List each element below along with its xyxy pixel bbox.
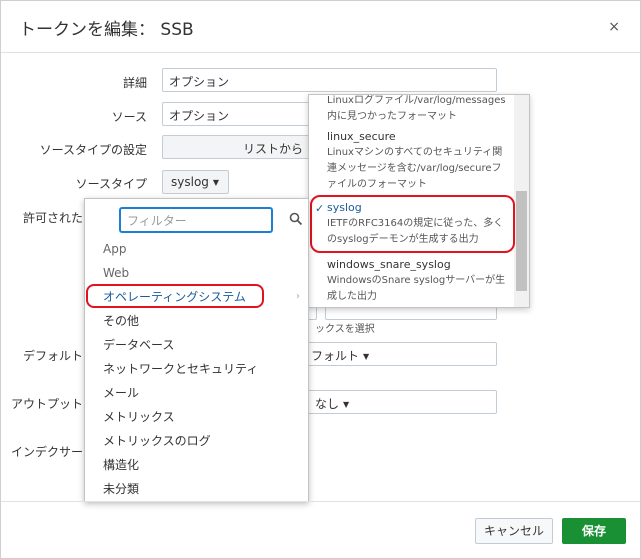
default-index-value: フォルト: [311, 349, 360, 363]
edit-token-dialog: トークンを編集： SSB × 詳細 オプション ソース オプション ソースタイプ…: [0, 0, 641, 559]
category-dropdown-menu: フィルター App Web オペレーティングシステム › その他 データベース ネ…: [84, 198, 309, 502]
category-item[interactable]: App: [85, 237, 308, 261]
sourcetype-value: syslog: [171, 175, 209, 189]
close-icon[interactable]: ×: [608, 19, 620, 35]
source-input[interactable]: オプション: [162, 102, 312, 126]
sourcetype-item-windows-snare-syslog[interactable]: windows_snare_syslog WindowsのSnare syslo…: [327, 257, 511, 305]
category-item[interactable]: その他: [85, 309, 308, 333]
scrollbar-thumb[interactable]: [516, 191, 527, 291]
syslog-highlight: [310, 195, 515, 253]
category-item[interactable]: メトリックス: [85, 405, 308, 429]
chevron-down-icon: ▼: [363, 352, 370, 361]
sourcetype-dropdown[interactable]: syslog ▼: [162, 170, 229, 194]
detail-label: 詳細: [122, 76, 147, 90]
sourcetype-item-name: windows_snare_syslog: [327, 258, 451, 271]
select-index-hint: ックスを選択: [315, 324, 375, 335]
sourcetype-item-linux-messages[interactable]: Linuxログファイル/var/log/messages内に見つかったフォーマッ…: [327, 95, 511, 125]
search-icon[interactable]: [289, 212, 303, 226]
allowed-index-label: 許可された: [22, 211, 83, 225]
chevron-down-icon: ▼: [343, 400, 350, 409]
default-index-label: デフォルト: [22, 349, 83, 363]
output-group-value: なし: [315, 397, 340, 411]
output-group-dropdown[interactable]: なし ▼: [297, 390, 497, 414]
sourcetype-item-desc: Linuxマシンのすべてのセキュリティ関連メッセージを含む/var/log/se…: [327, 147, 503, 190]
sourcetype-item-desc: Linuxログファイル/var/log/messages内に見つかったフォーマッ…: [327, 95, 506, 122]
category-item[interactable]: 構造化: [85, 453, 308, 477]
sourcetype-setting-button[interactable]: リストから: [162, 135, 312, 159]
chevron-right-icon: ›: [296, 291, 300, 302]
sourcetype-item-desc: WindowsのSnare syslogサーバーが生成した出力: [327, 275, 506, 302]
filter-input[interactable]: フィルター: [119, 207, 273, 233]
footer-divider: [1, 501, 640, 502]
sourcetype-item-name: linux_secure: [327, 130, 396, 143]
category-item[interactable]: Web: [85, 261, 308, 285]
category-item[interactable]: 未分類: [85, 477, 308, 501]
sourcetype-label: ソースタイプ: [75, 177, 147, 191]
category-item[interactable]: データベース: [85, 333, 308, 357]
category-list: App Web オペレーティングシステム › その他 データベース ネットワークと…: [85, 237, 308, 501]
detail-input[interactable]: オプション: [162, 68, 497, 92]
sourcetype-item-linux-secure[interactable]: linux_secure Linuxマシンのすべてのセキュリティ関連メッセージを…: [327, 129, 511, 193]
source-label: ソース: [111, 110, 147, 124]
dialog-header: トークンを編集： SSB ×: [1, 1, 640, 53]
cancel-button[interactable]: キャンセル: [475, 518, 553, 544]
sourcetype-setting-label: ソースタイプの設定: [39, 143, 147, 157]
chevron-down-icon: ▼: [212, 178, 220, 187]
dialog-title: トークンを編集： SSB: [19, 20, 194, 40]
os-highlight: [86, 284, 264, 308]
category-item[interactable]: メール: [85, 381, 308, 405]
output-group-label: アウトプット: [10, 397, 83, 411]
category-item[interactable]: ネットワークとセキュリティ: [85, 357, 308, 381]
indexer-label: インデクサー: [10, 445, 83, 459]
category-item[interactable]: メトリックスのログ: [85, 429, 308, 453]
save-button[interactable]: 保存: [562, 518, 626, 544]
default-index-dropdown[interactable]: フォルト ▼: [297, 342, 497, 366]
